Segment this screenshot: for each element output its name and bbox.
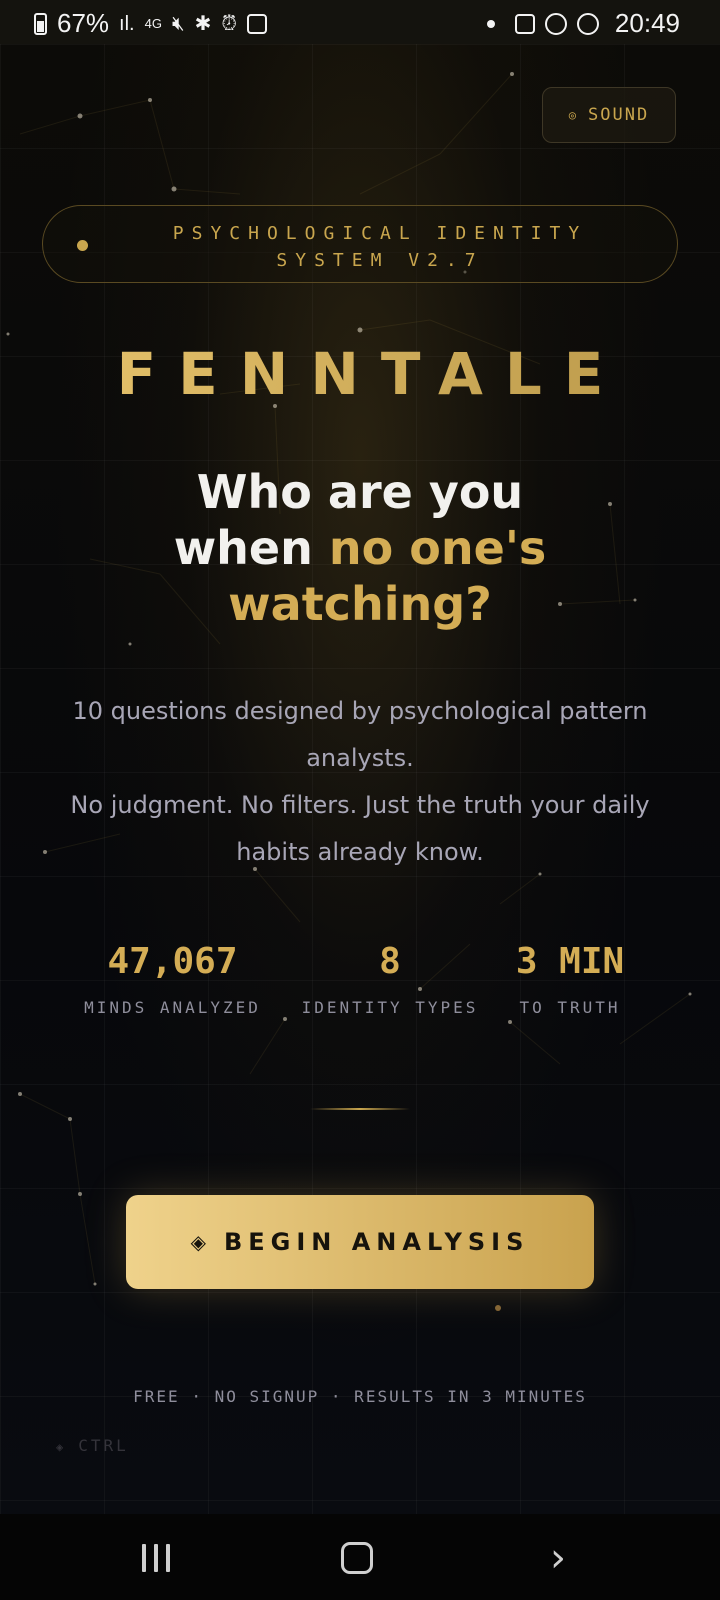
gallery-icon bbox=[514, 13, 535, 34]
stat-label: IDENTITY TYPES bbox=[301, 998, 479, 1017]
stat-value: 8 bbox=[379, 941, 401, 982]
headline-line-2: when no one's bbox=[0, 520, 720, 576]
recents-icon[interactable] bbox=[126, 1536, 186, 1580]
network-4g-icon: 4G bbox=[144, 16, 162, 31]
diamond-icon: ◈ bbox=[190, 1230, 206, 1254]
alarm-icon: ⏰︎ bbox=[221, 12, 237, 35]
headline-line-2-white: when bbox=[173, 521, 329, 575]
navigation-bar: › bbox=[0, 1514, 720, 1600]
badge-text: PSYCHOLOGICAL IDENTITY SYSTEM V2.7 bbox=[172, 223, 588, 271]
brand-title: FENNTALE bbox=[0, 340, 720, 408]
battery-percent: 67% bbox=[57, 8, 110, 38]
mute-icon: 🔇︎ bbox=[171, 12, 185, 35]
headline: Who are you when no one's watching? bbox=[0, 464, 720, 632]
status-bar: 67% ıl. 4G 🔇︎ ✱ ⏰︎ 20:49 bbox=[0, 0, 720, 44]
footer-note: FREE · NO SIGNUP · RESULTS IN 3 MINUTES bbox=[133, 1387, 587, 1406]
system-badge: PSYCHOLOGICAL IDENTITY SYSTEM V2.7 bbox=[42, 205, 678, 283]
notification-icon bbox=[576, 12, 599, 35]
save-icon bbox=[246, 13, 267, 34]
description-line-1: 10 questions designed by psychological p… bbox=[72, 697, 648, 772]
headline-line-1: Who are you bbox=[196, 465, 524, 519]
battery-icon bbox=[34, 12, 47, 35]
notification-icon bbox=[544, 12, 567, 35]
stats-row: 47,067 MINDS ANALYZED 8 IDENTITY TYPES 3… bbox=[0, 940, 720, 1020]
home-icon[interactable] bbox=[327, 1536, 387, 1580]
stat-minds-analyzed: 47,067 MINDS ANALYZED bbox=[80, 940, 265, 1017]
diamond-icon: ◈ bbox=[56, 1440, 67, 1454]
badge-dot-icon bbox=[77, 240, 88, 251]
stat-value: 47,067 bbox=[107, 941, 238, 982]
divider bbox=[310, 1108, 410, 1110]
bluetooth-icon: ✱ bbox=[194, 12, 212, 35]
ctrl-toggle[interactable]: ◈ CTRL bbox=[56, 1436, 129, 1455]
stat-label: TO TRUTH bbox=[519, 998, 621, 1017]
headline-line-2-gold: no one's bbox=[328, 521, 547, 575]
stat-value: 3 MIN bbox=[515, 941, 625, 982]
begin-analysis-button[interactable]: ◈ BEGIN ANALYSIS bbox=[126, 1195, 594, 1289]
radio-icon: ◎ bbox=[568, 108, 579, 122]
description-line-2: No judgment. No filters. Just the truth … bbox=[70, 791, 650, 866]
ctrl-label: CTRL bbox=[78, 1436, 129, 1455]
stat-time-to-truth: 3 MIN TO TRUTH bbox=[500, 940, 640, 1017]
clock: 20:49 bbox=[614, 8, 680, 38]
back-icon[interactable]: › bbox=[528, 1536, 588, 1580]
sound-button-label: SOUND bbox=[588, 105, 650, 125]
begin-analysis-label: BEGIN ANALYSIS bbox=[223, 1228, 530, 1256]
stat-label: MINDS ANALYZED bbox=[84, 998, 261, 1017]
notification-dot bbox=[486, 19, 495, 28]
signal-icon: ıl. bbox=[119, 12, 135, 35]
stat-identity-types: 8 IDENTITY TYPES bbox=[292, 940, 488, 1017]
description: 10 questions designed by psychological p… bbox=[50, 688, 670, 876]
headline-line-3: watching? bbox=[228, 577, 492, 631]
sound-button[interactable]: ◎ SOUND bbox=[542, 87, 676, 143]
